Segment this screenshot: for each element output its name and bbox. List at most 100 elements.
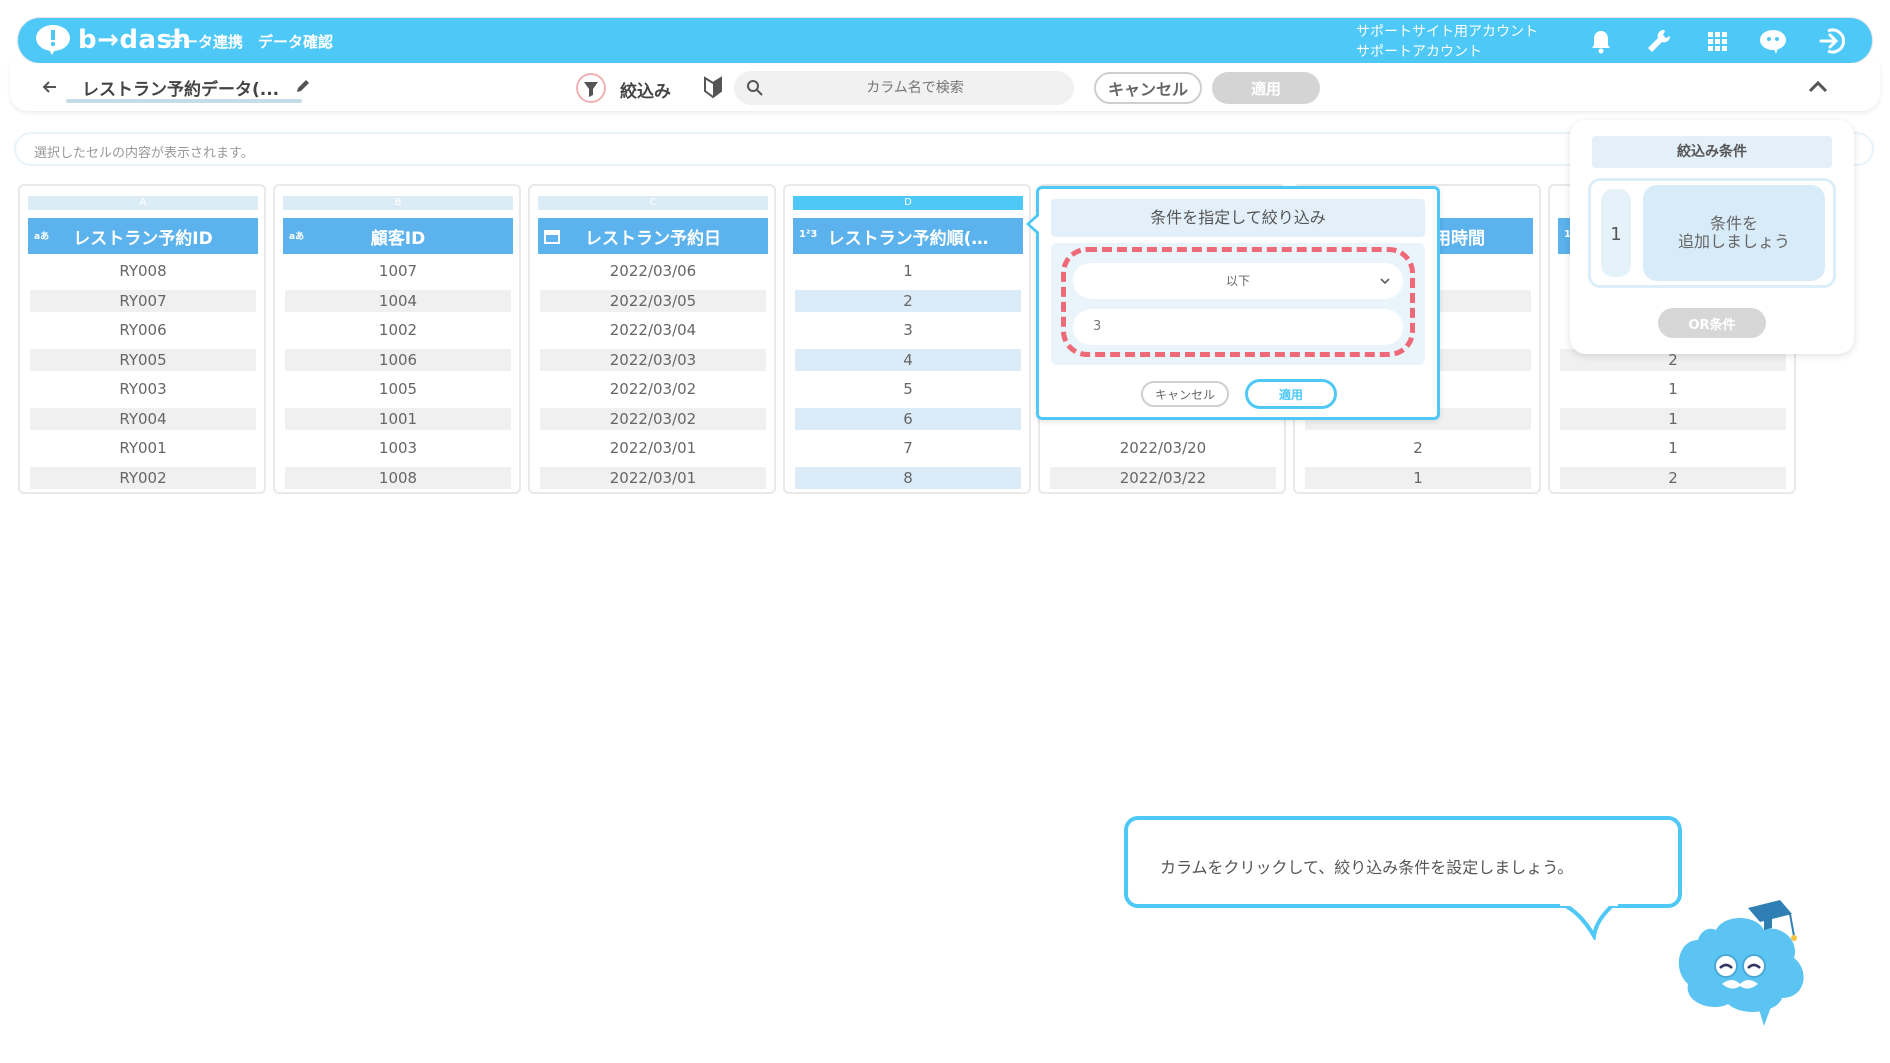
- or-condition-button[interactable]: OR条件: [1658, 308, 1766, 338]
- table-cell[interactable]: 1006: [285, 349, 511, 371]
- dataset-title[interactable]: レストラン予約データ(...: [82, 75, 279, 100]
- table-cell[interactable]: 1001: [285, 408, 511, 430]
- table-cell[interactable]: 2: [1560, 467, 1786, 489]
- table-cell[interactable]: 1002: [285, 319, 511, 341]
- cancel-button[interactable]: キャンセル: [1094, 72, 1202, 104]
- add-condition-line2: 追加しましょう: [1677, 232, 1790, 251]
- chevron-up-icon[interactable]: [1806, 77, 1830, 97]
- popup-cancel-button[interactable]: キャンセル: [1141, 381, 1229, 407]
- table-cell[interactable]: RY007: [30, 290, 256, 312]
- account-info[interactable]: サポートサイト用アカウント サポートアカウント: [1356, 22, 1538, 62]
- column-header[interactable]: aあ 顧客ID: [283, 218, 513, 254]
- nav-data-integration[interactable]: データ連携: [168, 31, 243, 52]
- beginner-mark-icon[interactable]: [702, 75, 724, 99]
- popup-pointer-inner: [1030, 216, 1039, 232]
- column-letter: A: [28, 196, 258, 210]
- apply-button[interactable]: 適用: [1212, 72, 1320, 104]
- table-cell[interactable]: 2022/03/02: [540, 378, 766, 400]
- table-cell[interactable]: 1: [1305, 467, 1531, 489]
- table-cell[interactable]: 1: [1560, 378, 1786, 400]
- table-cell[interactable]: 6: [795, 408, 1021, 430]
- table-cell[interactable]: 1008: [285, 467, 511, 489]
- popup-apply-button[interactable]: 適用: [1245, 379, 1337, 409]
- top-header-bar: b→dash データ連携 データ確認 サポートサイト用アカウント サポートアカウ…: [18, 18, 1872, 63]
- column-name: レストラン予約ID: [73, 228, 213, 249]
- panel-title: 絞込み条件: [1592, 136, 1832, 168]
- wrench-icon[interactable]: [1644, 26, 1674, 56]
- table-cell[interactable]: 4: [795, 349, 1021, 371]
- mascot-character-icon: [1678, 900, 1804, 1026]
- pencil-edit-icon[interactable]: [294, 77, 312, 95]
- operator-select[interactable]: 以下: [1073, 263, 1403, 299]
- table-cell[interactable]: 1004: [285, 290, 511, 312]
- column-name: レストラン予約順(…: [827, 228, 989, 249]
- account-user-name: サポートアカウント: [1356, 44, 1482, 60]
- table-cell[interactable]: 1: [1560, 437, 1786, 459]
- table-cell[interactable]: 2022/03/02: [540, 408, 766, 430]
- operator-value: 以下: [1225, 274, 1250, 288]
- filter-condition-popup: 条件を指定して絞り込み 以下 3 キャンセル 適用: [1026, 186, 1440, 420]
- filter-label: 絞込み: [620, 82, 671, 102]
- column-letter: C: [538, 196, 768, 210]
- column-name: 用時間: [1434, 228, 1485, 249]
- column-search-input[interactable]: [770, 71, 1060, 105]
- table-cell[interactable]: 2022/03/06: [540, 260, 766, 282]
- condition-box: 以下 3: [1051, 243, 1425, 365]
- back-arrow-icon[interactable]: [40, 77, 60, 97]
- column-header[interactable]: 1²3 レストラン予約順(…: [793, 218, 1023, 254]
- table-cell[interactable]: 2022/03/20: [1050, 437, 1276, 459]
- column-c[interactable]: C レストラン予約日 2022/03/06 2022/03/05 2022/03…: [528, 184, 776, 494]
- column-header[interactable]: レストラン予約日: [538, 218, 768, 254]
- table-cell[interactable]: 1005: [285, 378, 511, 400]
- table-cell[interactable]: RY004: [30, 408, 256, 430]
- funnel-icon: [584, 82, 598, 97]
- table-cell[interactable]: 1003: [285, 437, 511, 459]
- column-letter: B: [283, 196, 513, 210]
- table-cell[interactable]: 2: [795, 290, 1021, 312]
- table-cell[interactable]: 8: [795, 467, 1021, 489]
- table-cell[interactable]: 7: [795, 437, 1021, 459]
- help-text: カラムをクリックして、絞り込み条件を設定しましょう。: [1160, 858, 1574, 877]
- column-b[interactable]: B aあ 顧客ID 1007 1004 1002 1006 1005 1001 …: [273, 184, 521, 494]
- logout-icon[interactable]: [1816, 26, 1846, 56]
- table-cell[interactable]: RY008: [30, 260, 256, 282]
- table-cell[interactable]: 1007: [285, 260, 511, 282]
- table-cell[interactable]: 2022/03/04: [540, 319, 766, 341]
- bell-icon[interactable]: [1586, 26, 1616, 56]
- logo-bubble-icon: [36, 25, 70, 55]
- column-header[interactable]: aあ レストラン予約ID: [28, 218, 258, 254]
- filter-conditions-panel: 絞込み条件 1 条件を 追加しましょう OR条件: [1570, 120, 1854, 354]
- table-cell[interactable]: 2022/03/03: [540, 349, 766, 371]
- table-cell[interactable]: RY003: [30, 378, 256, 400]
- table-cell[interactable]: 2022/03/01: [540, 467, 766, 489]
- table-cell[interactable]: 1: [1560, 408, 1786, 430]
- table-cell[interactable]: 2: [1305, 437, 1531, 459]
- add-condition-slot[interactable]: 条件を 追加しましょう: [1643, 185, 1825, 281]
- table-cell[interactable]: 2022/03/22: [1050, 467, 1276, 489]
- column-name: レストラン予約日: [585, 228, 721, 249]
- number-type-icon: 1²3: [799, 229, 818, 240]
- popup-title: 条件を指定して絞り込み: [1051, 199, 1425, 237]
- condition-value-input[interactable]: 3: [1073, 309, 1403, 345]
- nav-data-check[interactable]: データ確認: [258, 31, 333, 52]
- apps-grid-icon[interactable]: [1702, 26, 1732, 56]
- table-cell[interactable]: RY002: [30, 467, 256, 489]
- table-cell[interactable]: 2022/03/05: [540, 290, 766, 312]
- column-a[interactable]: A aあ レストラン予約ID RY008 RY007 RY006 RY005 R…: [18, 184, 266, 494]
- filter-toggle[interactable]: [576, 73, 606, 103]
- support-chat-icon[interactable]: [1758, 26, 1788, 56]
- table-cell[interactable]: RY001: [30, 437, 256, 459]
- table-cell[interactable]: 2022/03/01: [540, 437, 766, 459]
- table-cell[interactable]: RY005: [30, 349, 256, 371]
- group-number: 1: [1599, 187, 1633, 279]
- column-d[interactable]: D 1²3 レストラン予約順(… 1 2 3 4 5 6 7 8: [783, 184, 1031, 494]
- column-search-box: [734, 71, 1074, 105]
- account-site-name: サポートサイト用アカウント: [1356, 24, 1538, 40]
- calendar-icon: [544, 230, 560, 244]
- chevron-down-icon: [1380, 278, 1390, 285]
- table-cell[interactable]: 3: [795, 319, 1021, 341]
- table-cell[interactable]: RY006: [30, 319, 256, 341]
- table-cell[interactable]: 5: [795, 378, 1021, 400]
- table-cell[interactable]: 1: [795, 260, 1021, 282]
- text-type-icon: aあ: [34, 232, 50, 242]
